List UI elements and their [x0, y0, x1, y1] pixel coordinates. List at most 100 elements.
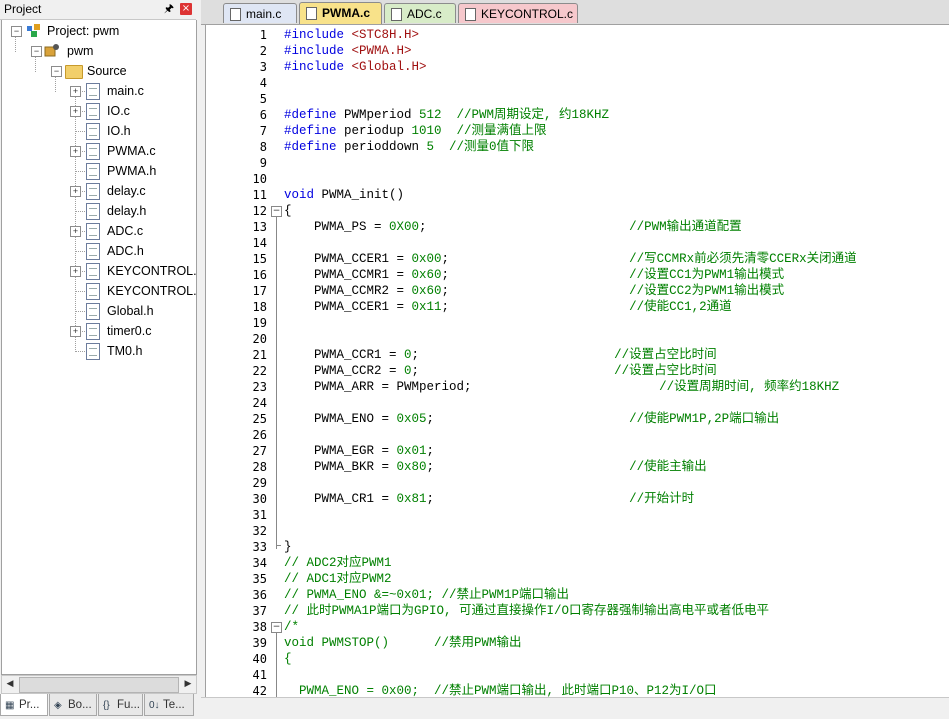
- code-line[interactable]: #include <STC8H.H>: [284, 27, 419, 43]
- fold-toggle-icon[interactable]: −: [271, 622, 282, 633]
- line-number: 5: [259, 92, 267, 106]
- code-line[interactable]: // PWMA_ENO &=~0x01; //禁止PWM1P端口输出: [284, 587, 569, 603]
- code-token: // ADC1对应PWM2: [284, 572, 392, 586]
- line-number: 33: [252, 540, 267, 554]
- code-editor[interactable]: 1 #include <STC8H.H> 2 #include <PWMA.H> 3 #i…: [205, 25, 949, 697]
- code-line[interactable]: {: [284, 203, 292, 219]
- code-token: //开始计时: [629, 492, 695, 506]
- expand-icon[interactable]: +: [70, 106, 81, 117]
- file-icon: [86, 343, 100, 360]
- code-line[interactable]: PWMA_CCER1 = 0x11; //使能CC1,2通道: [284, 299, 732, 315]
- target-icon: [44, 44, 59, 57]
- code-token: 0x05: [396, 412, 427, 426]
- scroll-thumb[interactable]: [19, 677, 179, 693]
- expand-icon[interactable]: +: [70, 146, 81, 157]
- code-token: 0X00: [389, 220, 420, 234]
- collapse-icon[interactable]: −: [51, 66, 62, 77]
- code-line[interactable]: }: [284, 539, 292, 555]
- code-line[interactable]: PWMA_CCMR1 = 0x60; //设置CC1为PWM1输出模式: [284, 267, 784, 283]
- code-line[interactable]: PWMA_ENO = 0x05; //使能PWM1P,2P端口输出: [284, 411, 779, 427]
- expand-icon[interactable]: +: [70, 186, 81, 197]
- code-token: 0x11: [411, 300, 442, 314]
- expand-icon[interactable]: +: [70, 266, 81, 277]
- code-line[interactable]: #define PWMperiod 512 //PWM周期设定, 约18KHZ: [284, 107, 609, 123]
- code-line[interactable]: {: [284, 651, 292, 667]
- fold-end-marker: [276, 545, 281, 546]
- code-line[interactable]: /*: [284, 619, 299, 635]
- tab-label: Fu...: [117, 699, 141, 711]
- tab-main-c[interactable]: main.c: [223, 3, 297, 23]
- code-line[interactable]: // ADC2对应PWM1: [284, 555, 392, 571]
- file-icon: [86, 103, 100, 120]
- code-token: //PWM周期设定, 约18KHZ: [456, 108, 610, 122]
- code-line[interactable]: PWMA_CCR2 = 0; //设置占空比时间: [284, 363, 717, 379]
- tab-keycontrol-c[interactable]: KEYCONTROL.c: [458, 3, 578, 23]
- code-token: 0x80: [396, 460, 427, 474]
- tab-templates[interactable]: 0↓ Te...: [144, 694, 194, 716]
- line-number: 12: [252, 204, 267, 218]
- line-number: 7: [259, 124, 267, 138]
- fold-toggle-icon[interactable]: −: [271, 206, 282, 217]
- file-label: main.c: [107, 84, 144, 98]
- tab-adc-c[interactable]: ADC.c: [384, 3, 456, 23]
- code-token: PWMA_init(): [321, 188, 405, 202]
- tab-pwma-c[interactable]: PWMA.c: [299, 2, 382, 24]
- line-number: 38: [252, 620, 267, 634]
- code-line[interactable]: #include <PWMA.H>: [284, 43, 412, 59]
- code-token: ;: [441, 284, 630, 298]
- code-token: void: [284, 188, 322, 202]
- folder-icon: [65, 65, 83, 79]
- code-token: #include: [284, 28, 352, 42]
- project-panel-header: Project 🖈 ×: [0, 0, 196, 20]
- expand-icon[interactable]: +: [70, 226, 81, 237]
- code-line[interactable]: PWMA_BKR = 0x80; //使能主输出: [284, 459, 707, 475]
- line-number: 27: [252, 444, 267, 458]
- pin-icon[interactable]: 🖈: [163, 2, 175, 15]
- scroll-left-icon[interactable]: ◀: [2, 676, 18, 693]
- code-line[interactable]: PWMA_CCER1 = 0x00; //写CCMRx前必须先清零CCERx关闭…: [284, 251, 857, 267]
- project-tree[interactable]: − Project: pwm − pwm − Source + main.c + IO…: [1, 20, 197, 675]
- line-number: 8: [259, 140, 267, 154]
- panel-splitter[interactable]: [198, 0, 201, 719]
- tab-project[interactable]: ▦ Pr...: [0, 694, 48, 716]
- code-line[interactable]: void PWMA_init(): [284, 187, 404, 203]
- code-token: #define: [284, 108, 345, 122]
- code-token: PWMA_ENO =: [284, 412, 397, 426]
- line-number: 37: [252, 604, 267, 618]
- editor-horizontal-scrollbar[interactable]: [201, 697, 949, 716]
- tree-horizontal-scrollbar[interactable]: ◀ ▶: [1, 675, 197, 694]
- code-line[interactable]: PWMA_ENO = 0x00; //禁止PWM端口输出, 此时端口P10、P1…: [284, 683, 717, 697]
- tab-books[interactable]: ◈ Bo...: [49, 694, 97, 716]
- expand-icon[interactable]: +: [70, 326, 81, 337]
- code-line[interactable]: PWMA_CCMR2 = 0x60; //设置CC2为PWM1输出模式: [284, 283, 784, 299]
- code-line[interactable]: // ADC1对应PWM2: [284, 571, 392, 587]
- code-token: //设置CC1为PWM1输出模式: [629, 268, 785, 282]
- code-token: #include: [284, 44, 352, 58]
- collapse-icon[interactable]: −: [31, 46, 42, 57]
- code-line[interactable]: // 此时PWMA1P端口为GPIO, 可通过直接操作I/O口寄存器强制输出高电…: [284, 603, 769, 619]
- code-line[interactable]: #include <Global.H>: [284, 59, 427, 75]
- file-icon: [86, 203, 100, 220]
- project-icon: ▦: [5, 700, 15, 711]
- code-line[interactable]: PWMA_CCR1 = 0; //设置占空比时间: [284, 347, 717, 363]
- code-line[interactable]: PWMA_ARR = PWMperiod; //设置周期时间, 频率约18KHZ: [284, 379, 839, 395]
- code-line[interactable]: #define perioddown 5 //测量0值下限: [284, 139, 534, 155]
- code-line[interactable]: void PWMSTOP() //禁用PWM输出: [284, 635, 522, 651]
- code-token: {: [284, 204, 292, 218]
- scroll-right-icon[interactable]: ▶: [180, 676, 196, 693]
- file-label: Global.h: [107, 304, 154, 318]
- functions-icon: {}: [103, 700, 110, 711]
- file-label: PWMA.c: [107, 144, 156, 158]
- code-token: // 此时PWMA1P端口为GPIO, 可通过直接操作I/O口寄存器强制输出高电…: [284, 604, 770, 618]
- code-line[interactable]: #define periodup 1010 //测量满值上限: [284, 123, 547, 139]
- tab-functions[interactable]: {} Fu...: [98, 694, 143, 716]
- line-number: 31: [252, 508, 267, 522]
- code-token: ;: [426, 444, 435, 458]
- collapse-icon[interactable]: −: [11, 26, 22, 37]
- expand-icon[interactable]: +: [70, 86, 81, 97]
- code-line[interactable]: PWMA_PS = 0X00; //PWM输出通道配置: [284, 219, 742, 235]
- code-token: 512: [419, 108, 457, 122]
- code-line[interactable]: PWMA_CR1 = 0x81; //开始计时: [284, 491, 694, 507]
- close-panel-button[interactable]: ×: [180, 3, 192, 15]
- code-line[interactable]: PWMA_EGR = 0x01;: [284, 443, 434, 459]
